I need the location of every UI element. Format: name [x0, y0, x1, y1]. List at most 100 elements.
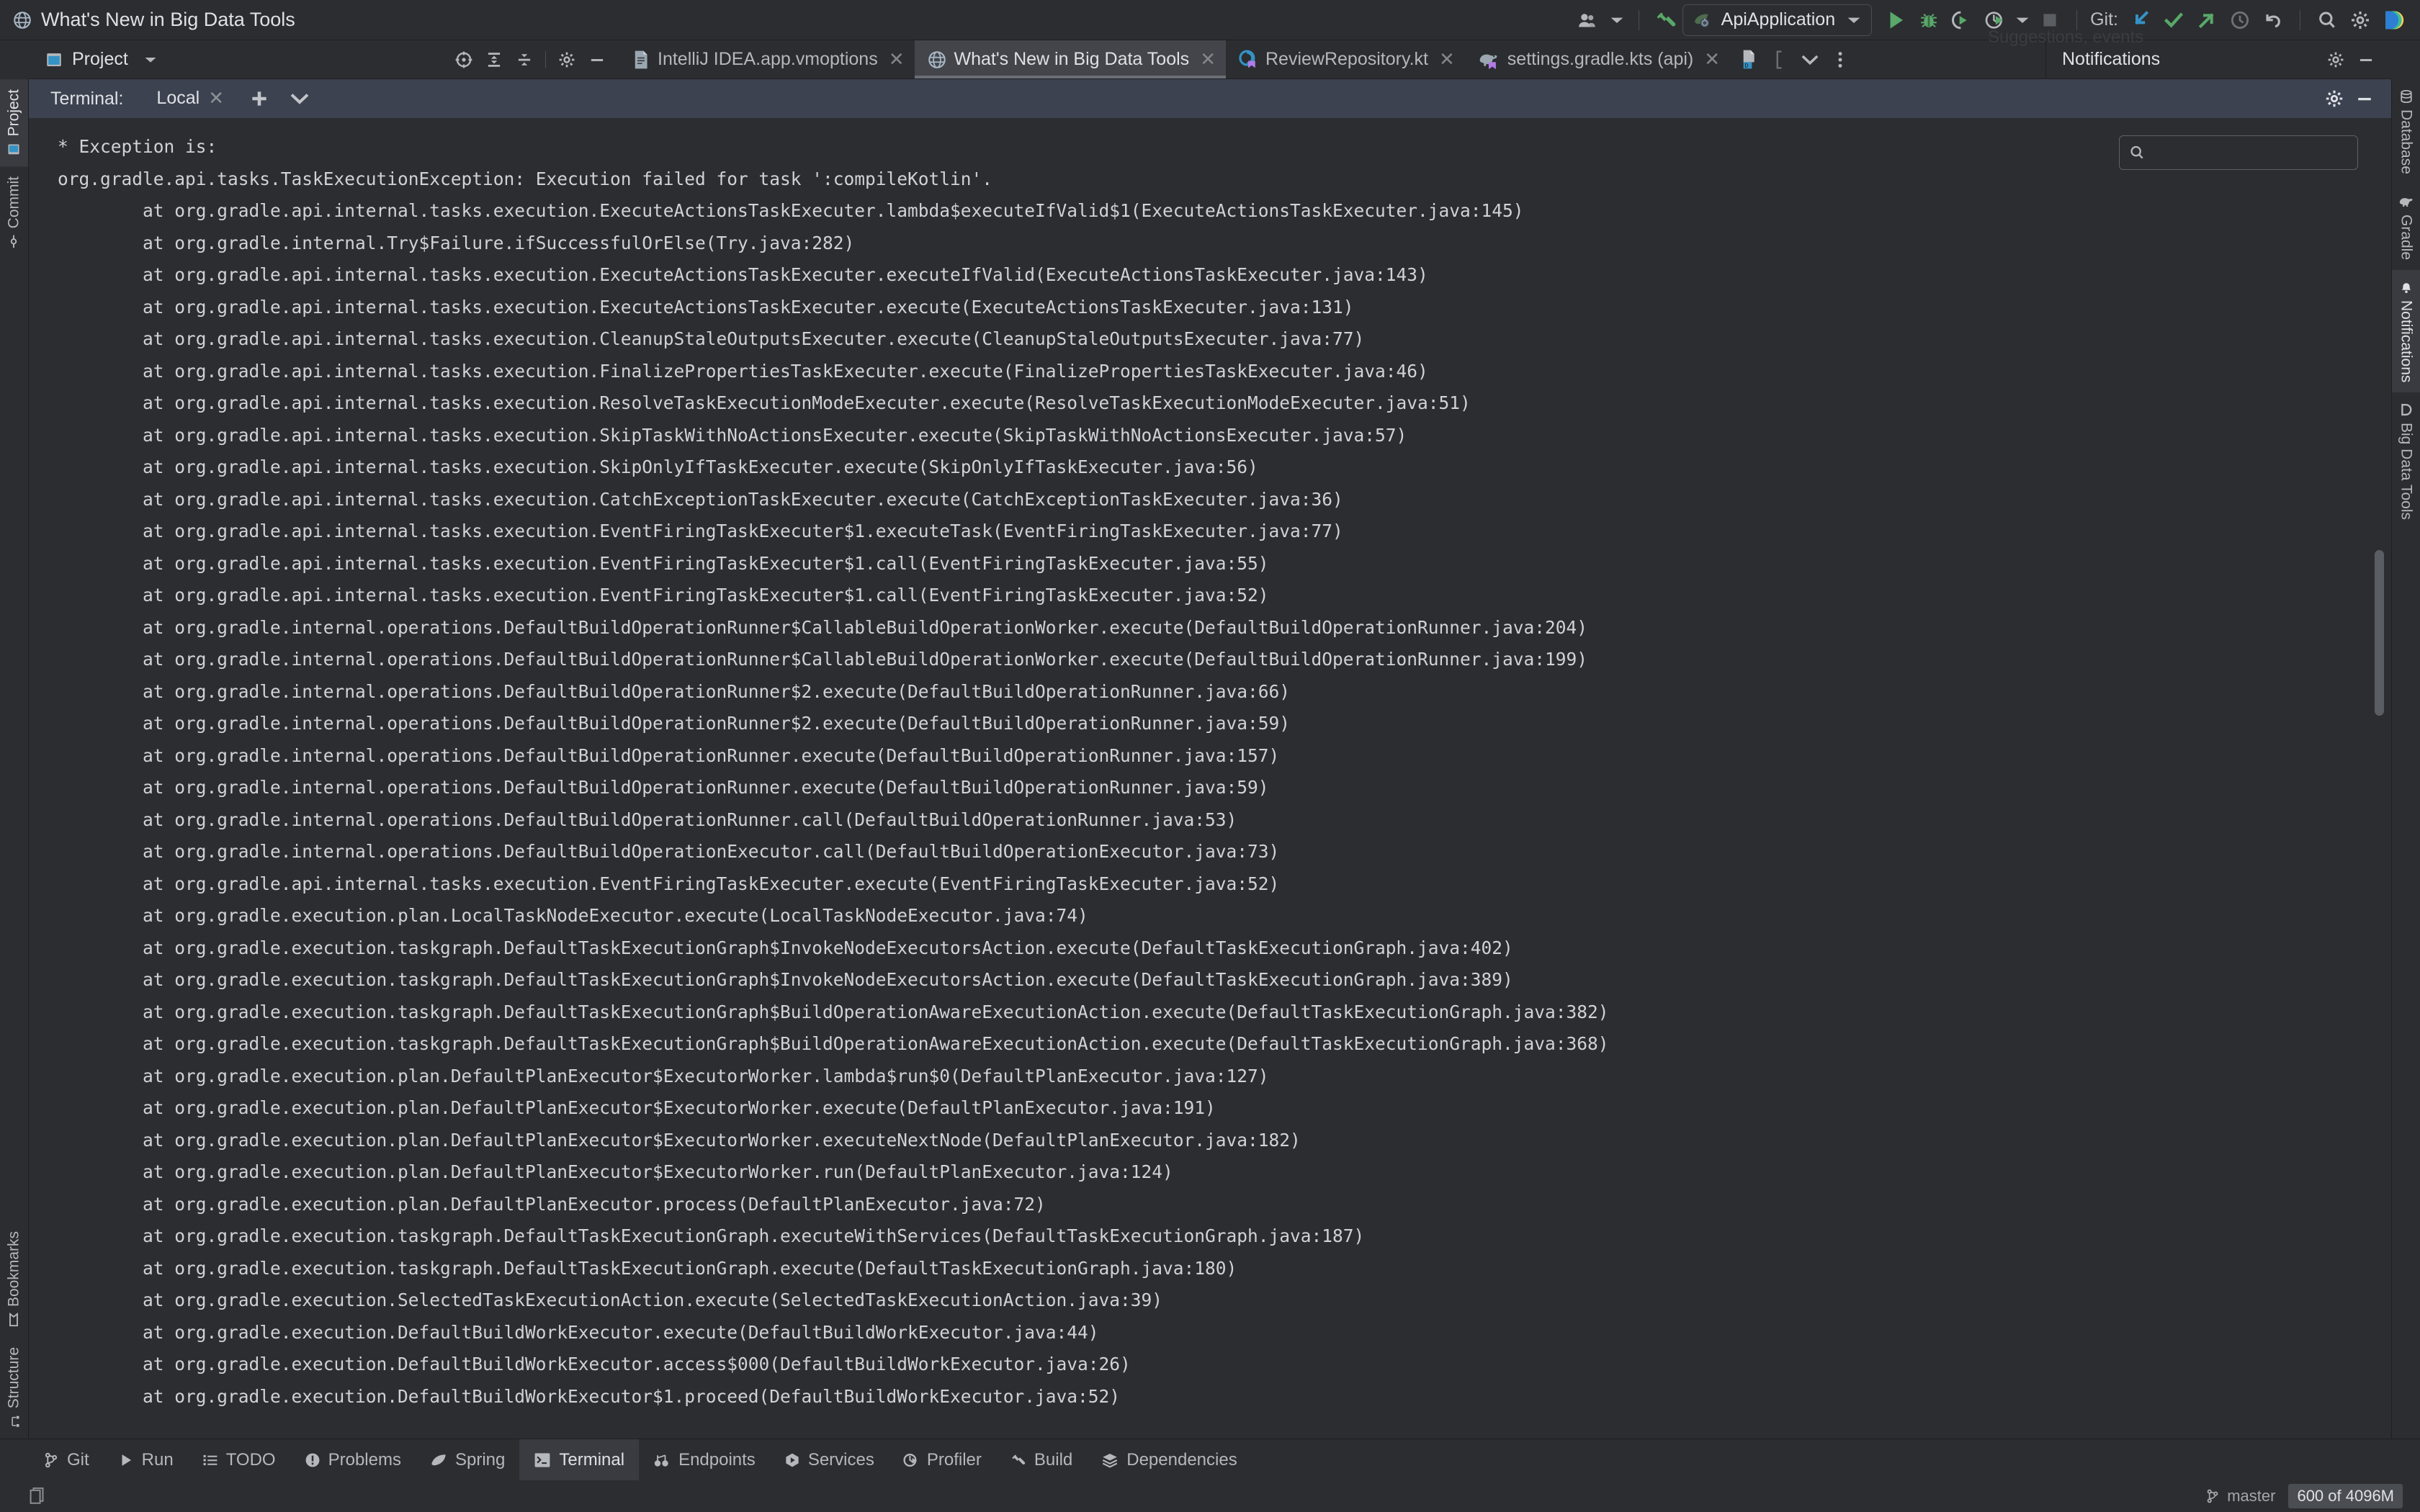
diff-file-icon[interactable]: D: [1734, 45, 1765, 74]
close-x-icon[interactable]: ✕: [1200, 48, 1216, 71]
intellij-idea-logo-icon[interactable]: [2377, 4, 2410, 36]
sidebar-label: Structure: [5, 1346, 22, 1408]
bottom-tab-label: Build: [1034, 1449, 1073, 1470]
right-stripe-top-pad: [2391, 40, 2420, 79]
bottom-tab-endpoints[interactable]: Endpoints: [639, 1439, 770, 1480]
chevron-down-icon: [1847, 15, 1861, 25]
editor-tab-settings-gradle[interactable]: settings.gradle.kts (api) ✕: [1465, 40, 1730, 78]
project-toolwindow-header: Project: [29, 40, 619, 79]
update-project-arrow-icon[interactable]: [2124, 4, 2157, 36]
hide-minimize-icon[interactable]: [2351, 45, 2381, 74]
bottom-tab-label: Git: [67, 1449, 89, 1470]
history-clock-icon[interactable]: [2223, 4, 2257, 36]
sidebar-item-structure[interactable]: Structure: [0, 1337, 28, 1439]
terminal-scrollbar[interactable]: [2372, 118, 2385, 1439]
editor-tab-bar: IntelliJ IDEA.app.vmoptions ✕ What's New…: [619, 40, 2045, 79]
plus-add-icon[interactable]: [244, 84, 274, 113]
sidebar-item-project[interactable]: Project: [0, 79, 28, 167]
user-account-icon[interactable]: [1572, 4, 1605, 36]
more-vertical-dots-icon[interactable]: [1825, 45, 1855, 74]
settings-gear-icon[interactable]: [2319, 84, 2349, 113]
account-chevron-down-icon[interactable]: [1605, 4, 1628, 36]
terminal-search-box[interactable]: [2119, 135, 2360, 170]
bottom-tab-build[interactable]: Build: [996, 1439, 1087, 1480]
left-tool-stripe: Project Commit Bookmarks Structure: [0, 79, 29, 1439]
project-toolwindow-title[interactable]: Project: [45, 49, 157, 70]
sidebar-item-database[interactable]: Database: [2392, 79, 2420, 184]
notifications-bell-icon: [2399, 280, 2414, 294]
search-magnifier-icon[interactable]: [2311, 4, 2344, 36]
bottom-tab-profiler[interactable]: Profiler: [889, 1439, 996, 1480]
hide-minimize-icon[interactable]: [582, 45, 612, 74]
sidebar-item-big-data-tools[interactable]: Big Data Tools: [2392, 392, 2420, 530]
profiler-chevron-down-icon[interactable]: [2012, 4, 2033, 36]
run-coverage-icon[interactable]: [1945, 4, 1978, 36]
gradle-elephant-icon: [1478, 50, 1500, 70]
right-stripe-spacer: [2392, 530, 2420, 1439]
bottom-tab-terminal[interactable]: Terminal: [519, 1439, 640, 1480]
memory-indicator[interactable]: 600 of 4096M: [2288, 1484, 2403, 1508]
push-arrow-icon[interactable]: [2190, 4, 2223, 36]
close-x-icon[interactable]: ✕: [208, 87, 224, 109]
settings-gear-icon[interactable]: [2344, 4, 2377, 36]
bottom-tab-run[interactable]: Run: [104, 1439, 188, 1480]
project-toolwindow-actions: [449, 45, 612, 74]
notifications-actions: [2321, 45, 2381, 74]
sidebar-label: Notifications: [2398, 300, 2415, 383]
stop-square-icon[interactable]: [2033, 4, 2066, 36]
branch-name: master: [2227, 1487, 2276, 1505]
terminal-output-area[interactable]: * Exception is: org.gradle.api.tasks.Tas…: [29, 118, 2391, 1439]
endpoints-icon: [653, 1452, 671, 1468]
debug-bug-icon[interactable]: [1912, 4, 1945, 36]
bottom-tab-label: Dependencies: [1126, 1449, 1237, 1470]
window-title-text: What's New in Big Data Tools: [41, 9, 295, 30]
tab-bracket-icon: [1765, 45, 1795, 74]
terminal-session-tab-local[interactable]: Local ✕: [151, 87, 224, 122]
bottom-tab-git[interactable]: Git: [29, 1439, 104, 1480]
close-x-icon[interactable]: ✕: [1439, 48, 1455, 71]
settings-gear-icon[interactable]: [2321, 45, 2351, 74]
editor-tab-whats-new[interactable]: What's New in Big Data Tools ✕: [914, 40, 1227, 78]
close-x-icon[interactable]: ✕: [889, 48, 905, 71]
search-magnifier-icon: [2128, 144, 2146, 161]
status-branch[interactable]: master: [2205, 1487, 2275, 1506]
bottom-tab-dependencies[interactable]: Dependencies: [1087, 1439, 1251, 1480]
commit-checkmark-icon[interactable]: [2157, 4, 2190, 36]
bottom-tab-problems[interactable]: Problems: [290, 1439, 416, 1480]
sidebar-item-gradle[interactable]: Gradle: [2392, 184, 2420, 270]
editor-tab-label: IntelliJ IDEA.app.vmoptions: [658, 49, 878, 69]
collapse-all-icon[interactable]: [509, 45, 539, 74]
sidebar-label: Big Data Tools: [2398, 423, 2415, 521]
terminal-search-input[interactable]: [2153, 143, 2360, 162]
expand-all-icon[interactable]: [479, 45, 509, 74]
sidebar-item-commit[interactable]: Commit: [0, 166, 28, 258]
settings-gear-icon[interactable]: [552, 45, 582, 74]
sidebar-item-notifications[interactable]: Notifications: [2392, 269, 2420, 393]
run-play-icon[interactable]: [1879, 4, 1912, 36]
editor-tab-label: What's New in Big Data Tools: [954, 49, 1190, 69]
bottom-tab-label: Problems: [328, 1449, 401, 1470]
hammer-build-icon[interactable]: [1649, 4, 1682, 36]
bottom-tab-spring[interactable]: Spring: [416, 1439, 519, 1480]
left-stripe-top-pad: [0, 40, 29, 79]
run-profiler-icon[interactable]: [1978, 4, 2012, 36]
close-x-icon[interactable]: ✕: [1704, 48, 1720, 71]
rollback-undo-icon[interactable]: [2257, 4, 2290, 36]
terminal-output-text: * Exception is: org.gradle.api.tasks.Tas…: [58, 136, 1609, 1407]
tab-list-chevron-down-icon[interactable]: [1795, 45, 1825, 74]
bottom-tab-todo[interactable]: TODO: [188, 1439, 290, 1480]
terminal-tab-list-chevron-down-icon[interactable]: [284, 84, 315, 113]
run-configuration-selector[interactable]: ApiApplication: [1682, 4, 1873, 36]
terminal-toolwindow: Terminal: Local ✕ * Exception is: org.gr…: [29, 79, 2391, 1439]
hide-minimize-icon[interactable]: [2349, 84, 2380, 113]
sidebar-item-bookmarks[interactable]: Bookmarks: [0, 1221, 28, 1337]
git-branch-icon: [43, 1452, 59, 1468]
bottom-tab-services[interactable]: Services: [770, 1439, 889, 1480]
gradle-elephant-icon: [2398, 194, 2414, 209]
notifications-toolwindow-header: Notifications: [2045, 40, 2391, 79]
editor-tab-vmoptions[interactable]: IntelliJ IDEA.app.vmoptions ✕: [619, 40, 915, 78]
terminal-scrollbar-thumb[interactable]: [2375, 550, 2384, 716]
editor-tabs-extra-actions: D: [1730, 40, 1860, 78]
editor-tab-review-repository[interactable]: ReviewRepository.kt ✕: [1226, 40, 1465, 78]
select-opened-file-icon[interactable]: [449, 45, 479, 74]
